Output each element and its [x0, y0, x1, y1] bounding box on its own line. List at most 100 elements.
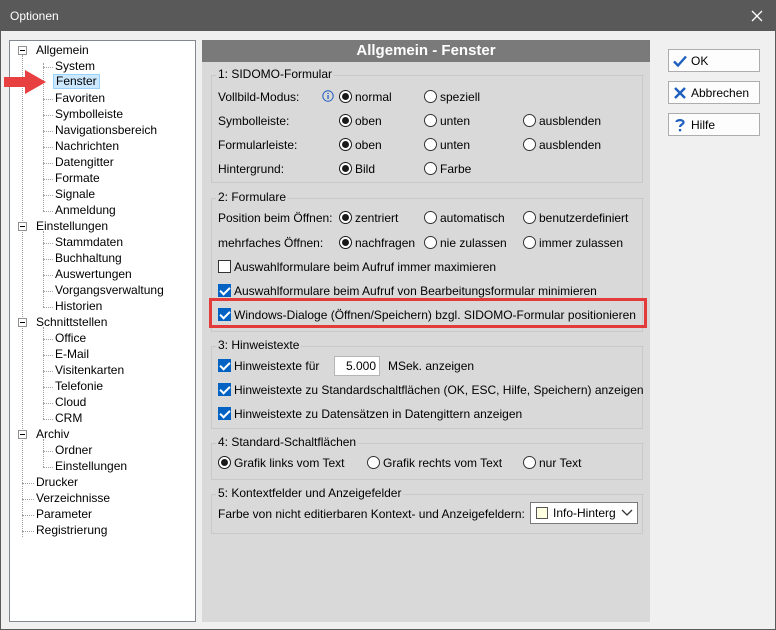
- tree-item-favoriten[interactable]: Favoriten: [55, 91, 105, 106]
- tree-line: [22, 531, 34, 532]
- position-benutzerdefiniert-radio[interactable]: [523, 211, 536, 224]
- tree-line: [43, 327, 44, 419]
- tree-item-visitenkarten[interactable]: Visitenkarten: [55, 363, 124, 378]
- tree-item-crm[interactable]: CRM: [55, 411, 82, 426]
- ok-label: OK: [691, 54, 709, 68]
- formularleiste-unten-radio[interactable]: [424, 138, 437, 151]
- tree-item-formate[interactable]: Formate: [55, 171, 100, 186]
- hinweistexte-suffix: MSek. anzeigen: [388, 359, 475, 373]
- vollbild-speziell-radio[interactable]: [424, 90, 437, 103]
- tree-item-einstellungen[interactable]: Einstellungen: [36, 219, 108, 234]
- tree-item-fenster[interactable]: Fenster: [53, 74, 100, 89]
- tree-item-system[interactable]: System: [55, 59, 95, 74]
- tree-item-buchhaltung[interactable]: Buchhaltung: [55, 251, 122, 266]
- mehrfach-nachfragen-label: nachfragen: [355, 236, 416, 250]
- mehrfach-immer-radio[interactable]: [523, 236, 536, 249]
- nur-text-radio[interactable]: [523, 456, 536, 469]
- hinweis-duration-input[interactable]: 5.000: [334, 356, 380, 376]
- hintergrund-farbe-radio[interactable]: [424, 162, 437, 175]
- hinweis-datensaetze-checkbox[interactable]: [218, 407, 231, 420]
- info-icon[interactable]: [322, 90, 334, 102]
- tree-line: [22, 499, 34, 500]
- formularleiste-ausblenden-radio[interactable]: [523, 138, 536, 151]
- tree-item-signale[interactable]: Signale: [55, 187, 95, 202]
- tree-item-registrierung[interactable]: Registrierung: [36, 523, 107, 538]
- chevron-down-icon: [621, 509, 633, 516]
- grafik-links-radio[interactable]: [218, 456, 231, 469]
- position-zentriert-label: zentriert: [355, 211, 399, 225]
- collapse-icon[interactable]: [18, 318, 27, 327]
- tree-item-email[interactable]: E-Mail: [55, 347, 89, 362]
- maximieren-label: Auswahlformulare beim Aufruf immer maxim…: [234, 260, 497, 274]
- tree-line: [22, 55, 23, 537]
- vollbild-normal-label: normal: [355, 90, 392, 104]
- farbe-combobox[interactable]: Info-Hinterg: [530, 502, 638, 524]
- title-bar: Optionen: [1, 1, 775, 31]
- collapse-icon[interactable]: [18, 222, 27, 231]
- hinweis-schaltflaechen-checkbox[interactable]: [218, 383, 231, 396]
- position-automatisch-radio[interactable]: [424, 211, 437, 224]
- tree-item-vorgangsverwaltung[interactable]: Vorgangsverwaltung: [55, 283, 164, 298]
- tree-line: [43, 99, 53, 100]
- hinweis-schaltflaechen-label: Hinweistexte zu Standardschaltflächen (O…: [234, 383, 644, 397]
- tree-item-archiv-einstellungen[interactable]: Einstellungen: [55, 459, 127, 474]
- tree-item-verzeichnisse[interactable]: Verzeichnisse: [36, 491, 110, 506]
- tree-line: [22, 483, 34, 484]
- hinweistexte-checkbox[interactable]: [218, 359, 231, 372]
- cancel-label: Abbrechen: [691, 86, 750, 100]
- tree-item-telefonie[interactable]: Telefonie: [55, 379, 103, 394]
- tree-item-symbolleiste[interactable]: Symbolleiste: [55, 107, 123, 122]
- mehrfach-nie-radio[interactable]: [424, 236, 437, 249]
- tree-item-cloud[interactable]: Cloud: [55, 395, 86, 410]
- position-zentriert-radio[interactable]: [339, 211, 352, 224]
- group-standard-schaltflaechen: 4: Standard-Schaltflächen Grafik links v…: [211, 435, 644, 480]
- tree-item-anmeldung[interactable]: Anmeldung: [55, 203, 116, 218]
- mehrfach-nie-label: nie zulassen: [440, 236, 507, 250]
- tree-item-nachrichten[interactable]: Nachrichten: [55, 139, 119, 154]
- tree-item-parameter[interactable]: Parameter: [36, 507, 92, 522]
- symbolleiste-ausblenden-radio[interactable]: [523, 114, 536, 127]
- highlight-box: [209, 298, 647, 328]
- grafik-links-label: Grafik links vom Text: [234, 456, 345, 470]
- symbolleiste-oben-radio[interactable]: [339, 114, 352, 127]
- tree-item-datengitter[interactable]: Datengitter: [55, 155, 114, 170]
- close-button[interactable]: [745, 4, 769, 28]
- collapse-icon[interactable]: [18, 430, 27, 439]
- help-button[interactable]: Hilfe: [668, 113, 760, 136]
- tree-item-allgemein[interactable]: Allgemein: [36, 43, 89, 58]
- tree-item-navigationsbereich[interactable]: Navigationsbereich: [55, 123, 157, 138]
- minimieren-label: Auswahlformulare beim Aufruf von Bearbei…: [234, 284, 597, 298]
- pointer-arrow-icon: [4, 70, 46, 94]
- tree-item-schnittstellen[interactable]: Schnittstellen: [36, 315, 107, 330]
- tree-item-ordner[interactable]: Ordner: [55, 443, 92, 458]
- cancel-button[interactable]: Abbrechen: [668, 81, 760, 104]
- tree-line: [43, 387, 53, 388]
- vollbild-normal-radio[interactable]: [339, 90, 352, 103]
- ok-button[interactable]: OK: [668, 49, 760, 72]
- hinweistexte-prefix: Hinweistexte für: [234, 359, 320, 373]
- collapse-icon[interactable]: [18, 46, 27, 55]
- tree-line: [43, 67, 53, 68]
- color-swatch: [536, 507, 548, 519]
- tree-item-office[interactable]: Office: [55, 331, 86, 346]
- symbolleiste-unten-radio[interactable]: [424, 114, 437, 127]
- position-label: Position beim Öffnen:: [218, 211, 333, 225]
- tree-item-archiv[interactable]: Archiv: [36, 427, 69, 442]
- tree-item-historien[interactable]: Historien: [55, 299, 102, 314]
- tree-line: [22, 515, 34, 516]
- formularleiste-oben-label: oben: [355, 138, 382, 152]
- tree-line: [43, 243, 53, 244]
- tree-line: [43, 439, 44, 467]
- maximieren-checkbox[interactable]: [218, 260, 231, 273]
- mehrfach-nachfragen-radio[interactable]: [339, 236, 352, 249]
- tree-item-drucker[interactable]: Drucker: [36, 475, 78, 490]
- tree-item-stammdaten[interactable]: Stammdaten: [55, 235, 123, 250]
- hintergrund-bild-radio[interactable]: [339, 162, 352, 175]
- minimieren-checkbox[interactable]: [218, 284, 231, 297]
- position-benutzerdefiniert-label: benutzerdefiniert: [539, 211, 629, 225]
- options-tree[interactable]: Allgemein System Fenster Favoriten Symbo…: [9, 40, 196, 622]
- group-kontextfelder: 5: Kontextfelder und Anzeigefelder Farbe…: [211, 486, 644, 534]
- formularleiste-oben-radio[interactable]: [339, 138, 352, 151]
- tree-item-auswertungen[interactable]: Auswertungen: [55, 267, 132, 282]
- grafik-rechts-radio[interactable]: [367, 456, 380, 469]
